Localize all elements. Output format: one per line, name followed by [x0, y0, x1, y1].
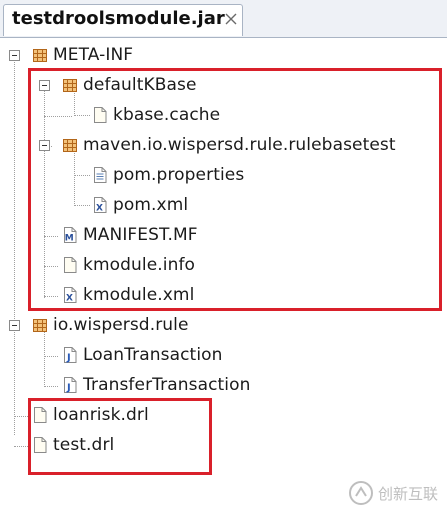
- tab-title: testdroolsmodule.jar: [12, 8, 225, 29]
- tree-item-loan-transaction[interactable]: J LoanTransaction: [62, 340, 223, 370]
- highlight-box-drl-files: [28, 398, 212, 475]
- package-icon: [33, 49, 47, 62]
- watermark-text: 创新互联: [378, 484, 439, 503]
- tree-item-rule-package[interactable]: io.wispersd.rule: [32, 310, 189, 340]
- svg-text:J: J: [66, 353, 71, 364]
- tree-item-meta-inf[interactable]: META-INF: [32, 40, 133, 70]
- collapse-toggle-rule-package[interactable]: [9, 320, 20, 331]
- java-class-icon: J: [64, 347, 77, 364]
- package-icon: [33, 319, 47, 332]
- highlight-box-meta-inf-contents: [28, 68, 442, 311]
- editor-tab-bar: testdroolsmodule.jar: [0, 0, 447, 38]
- collapse-toggle-meta-inf[interactable]: [9, 50, 20, 61]
- tree-item-label: META-INF: [53, 45, 134, 65]
- tree-item-label: TransferTransaction: [83, 375, 251, 395]
- java-class-icon: J: [64, 377, 77, 394]
- tab-testdroolsmodule-jar[interactable]: testdroolsmodule.jar: [3, 4, 243, 36]
- tree-item-label: LoanTransaction: [83, 345, 223, 365]
- tree-item-transfer-transaction[interactable]: J TransferTransaction: [62, 370, 251, 400]
- watermark: 创新互联: [348, 478, 438, 508]
- svg-text:J: J: [66, 383, 71, 394]
- close-icon[interactable]: [224, 12, 238, 26]
- tree-item-label: io.wispersd.rule: [53, 315, 189, 335]
- watermark-logo-icon: [349, 481, 373, 505]
